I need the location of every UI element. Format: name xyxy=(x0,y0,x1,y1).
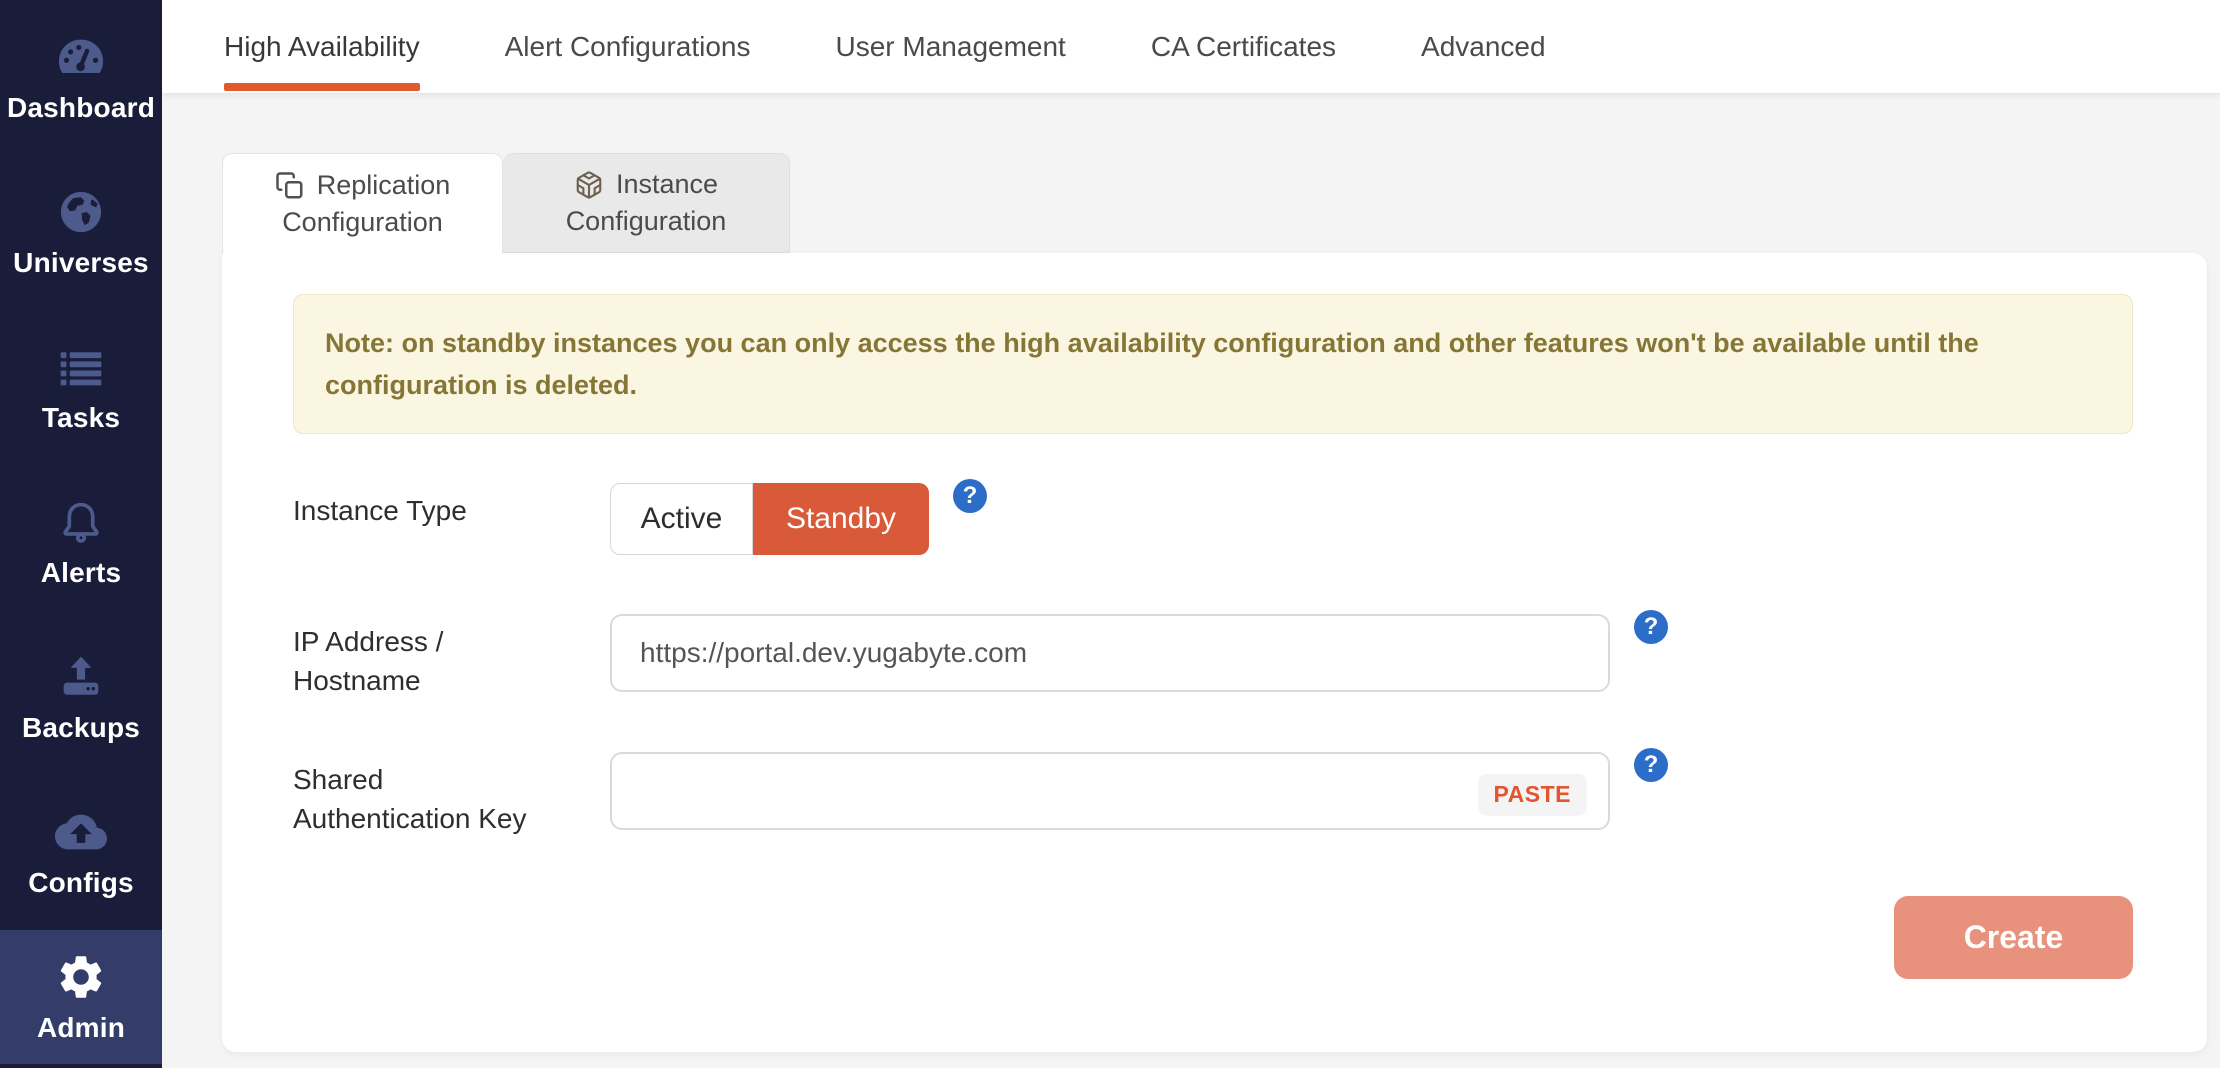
help-icon[interactable]: ? xyxy=(1634,610,1668,644)
shared-key-label: Shared Authentication Key xyxy=(293,752,610,838)
shared-key-row: Shared Authentication Key PASTE ? xyxy=(293,752,2133,838)
tab-instance-configuration[interactable]: Instance Configuration xyxy=(503,153,790,253)
globe-icon xyxy=(55,186,107,238)
sidebar-item-alerts[interactable]: Alerts xyxy=(0,465,162,620)
instance-type-toggle: Active Standby xyxy=(610,483,929,555)
app-window: Dashboard Universes xyxy=(0,0,2220,1068)
sidebar-item-backups[interactable]: Backups xyxy=(0,620,162,775)
ip-address-label: IP Address / Hostname xyxy=(293,614,610,700)
shared-key-input[interactable] xyxy=(610,752,1610,830)
subtab-label-line2: Configuration xyxy=(282,204,443,241)
help-icon[interactable]: ? xyxy=(953,479,987,513)
gauge-icon xyxy=(55,31,107,83)
replication-configuration-panel: Note: on standby instances you can only … xyxy=(222,253,2207,1052)
sidebar-item-label: Admin xyxy=(37,1012,125,1044)
ip-address-row: IP Address / Hostname ? xyxy=(293,614,2133,700)
sidebar-item-label: Configs xyxy=(28,867,134,899)
create-button[interactable]: Create xyxy=(1894,896,2133,979)
subtab-label-line2: Configuration xyxy=(566,203,727,240)
sidebar-item-label: Dashboard xyxy=(7,92,155,124)
admin-tab-bar: High Availability Alert Configurations U… xyxy=(162,0,2220,93)
main-area: High Availability Alert Configurations U… xyxy=(162,0,2220,1068)
standby-note-banner: Note: on standby instances you can only … xyxy=(293,294,2133,434)
instance-type-row: Instance Type Active Standby ? xyxy=(293,483,2133,555)
content-area: Replication Configuration xyxy=(162,93,2220,1068)
cube-icon xyxy=(574,170,604,200)
gear-icon xyxy=(55,951,107,1003)
subtab-label-line1: Instance xyxy=(616,166,718,203)
sidebar-item-admin[interactable]: Admin xyxy=(0,930,162,1064)
list-icon xyxy=(55,341,107,393)
upload-drive-icon xyxy=(55,651,107,703)
help-icon[interactable]: ? xyxy=(1634,748,1668,782)
subtab-label-line1: Replication xyxy=(317,167,451,204)
sidebar-item-tasks[interactable]: Tasks xyxy=(0,310,162,465)
tab-high-availability[interactable]: High Availability xyxy=(224,0,420,93)
bell-icon xyxy=(55,496,107,548)
cloud-upload-icon xyxy=(55,806,107,858)
tab-replication-configuration[interactable]: Replication Configuration xyxy=(222,153,503,254)
tab-advanced[interactable]: Advanced xyxy=(1421,0,1546,93)
sidebar-item-universes[interactable]: Universes xyxy=(0,155,162,310)
tab-ca-certificates[interactable]: CA Certificates xyxy=(1151,0,1336,93)
sidebar-item-label: Alerts xyxy=(41,557,122,589)
instance-type-label: Instance Type xyxy=(293,483,610,530)
sidebar-item-label: Tasks xyxy=(42,402,120,434)
sidebar-item-configs[interactable]: Configs xyxy=(0,775,162,930)
tab-alert-configurations[interactable]: Alert Configurations xyxy=(505,0,751,93)
sidebar-item-label: Backups xyxy=(22,712,140,744)
standby-option-button[interactable]: Standby xyxy=(753,483,929,555)
sidebar-item-label: Universes xyxy=(13,247,149,279)
tab-user-management[interactable]: User Management xyxy=(836,0,1066,93)
sidebar-item-dashboard[interactable]: Dashboard xyxy=(0,0,162,155)
paste-button[interactable]: PASTE xyxy=(1479,774,1586,814)
sidebar: Dashboard Universes xyxy=(0,0,162,1068)
copy-icon xyxy=(275,171,305,201)
active-option-button[interactable]: Active xyxy=(610,483,753,555)
ip-address-input[interactable] xyxy=(610,614,1610,692)
ha-sub-tabs: Replication Configuration xyxy=(222,153,2220,253)
